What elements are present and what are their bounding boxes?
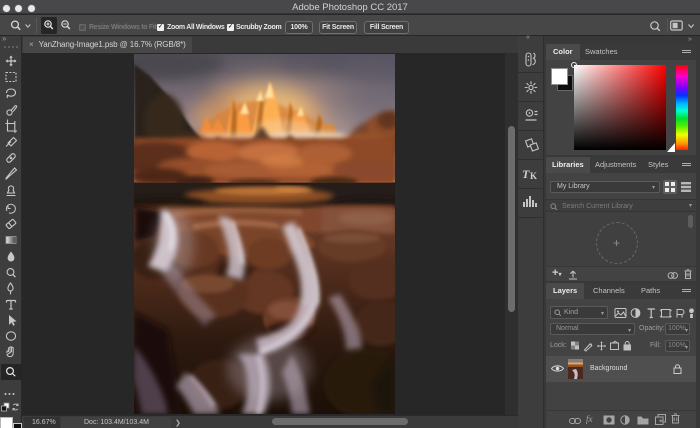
svg-text:K: K — [530, 171, 537, 181]
svg-text:T: T — [522, 167, 530, 181]
